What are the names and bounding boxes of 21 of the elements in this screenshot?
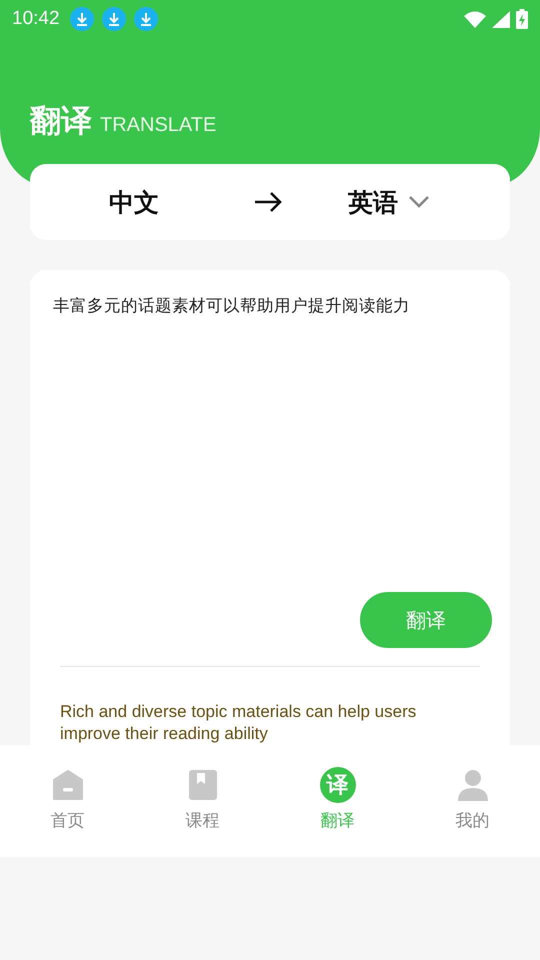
wifi-icon [464,10,486,28]
page-subtitle: TRANSLATE [100,114,216,137]
download-icon [70,7,94,31]
source-language[interactable]: 中文 [109,186,159,218]
chevron-down-icon [408,195,430,209]
signal-icon [492,10,510,28]
download-icon [102,7,126,31]
tab[interactable]: 译 翻译 [270,745,405,858]
translation-result: Rich and diverse topic materials can help users improve their reading ability [60,701,418,746]
tab[interactable]: 课程 [135,745,270,858]
translate-button[interactable]: 翻译 [360,592,492,648]
target-language-dropdown[interactable]: 英语 [348,186,430,218]
battery-icon [516,9,528,29]
download-icon [134,7,158,31]
page-title: 翻译 [30,102,92,141]
source-text-field[interactable]: 丰富多元的话题素材可以帮助用户提升阅读能力 [46,286,494,592]
tab[interactable]: 首页 [0,745,135,858]
translate-glyph-icon: 译 [320,767,356,804]
arrow-right-icon [254,191,282,213]
clock: 10:42 [12,8,60,30]
tab[interactable]: 我的 [405,745,540,858]
